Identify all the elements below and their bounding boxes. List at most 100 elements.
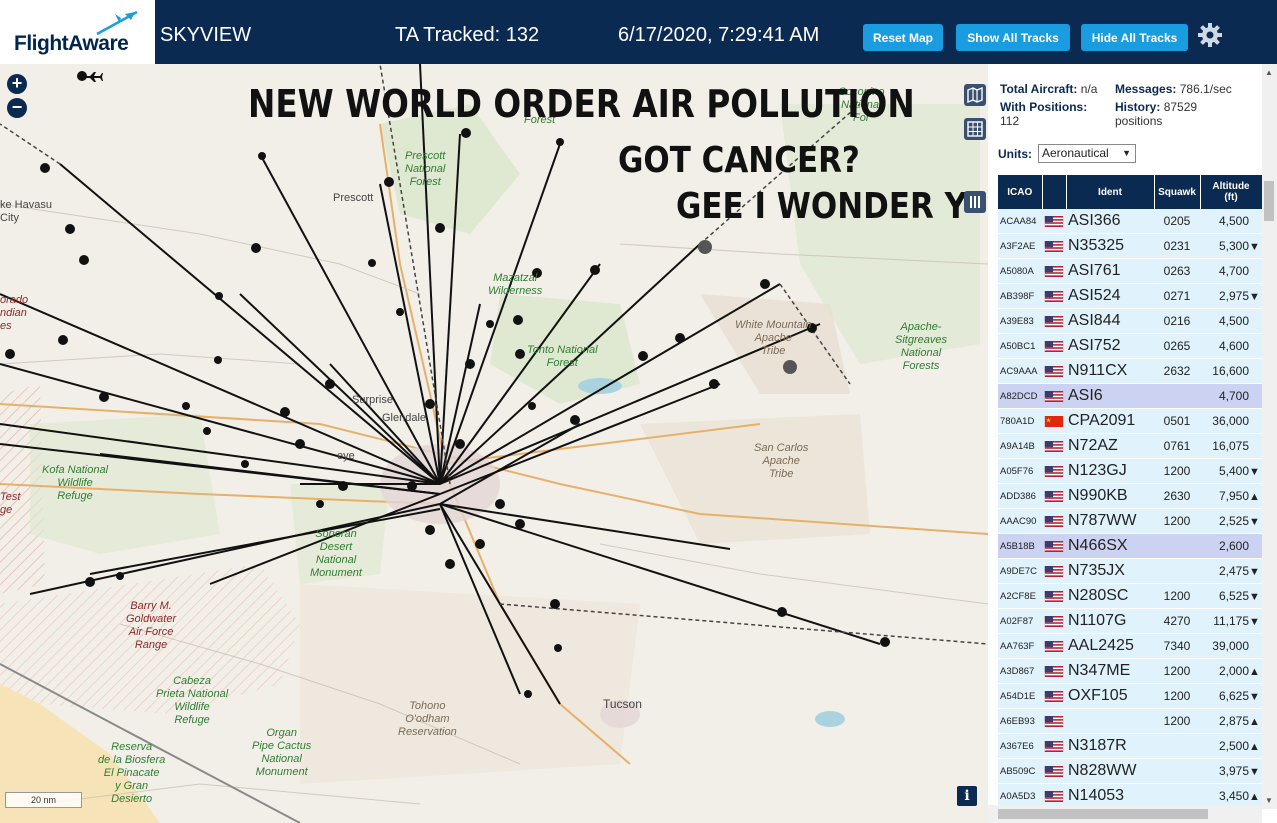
altitude-value: 4,600 [1218,339,1249,353]
hide-all-tracks-button[interactable]: Hide All Tracks [1081,24,1188,51]
show-all-tracks-button[interactable]: Show All Tracks [956,24,1070,51]
table-row[interactable]: A3D867 N347ME 1200 2,000▲ [998,658,1262,684]
table-row[interactable]: A2CF8E N280SC 1200 6,525▼ [998,583,1262,609]
squawk-cell: 0271 [1154,283,1200,309]
gear-icon[interactable] [1197,22,1223,48]
reset-map-button[interactable]: Reset Map [863,24,943,51]
altitude-cell: 16,075 [1200,433,1262,459]
history-value: 87529 [1163,100,1198,114]
icao-cell: A5080A [998,258,1042,284]
overlay-text-3: GEE I WONDER Y [676,186,968,227]
scroll-up-icon[interactable]: ▲ [1265,68,1273,77]
label-mazatzal: Mazatzal Wilderness [488,272,543,297]
icao-cell: ACAA84 [998,209,1042,234]
flag-cell [1042,358,1066,384]
altitude-trend-icon: ▼ [1249,466,1260,478]
table-row[interactable]: AC9AAA N911CX 2632 16,600 [998,358,1262,384]
altitude-trend-icon: ▲ [1249,791,1260,803]
columns-icon[interactable] [964,191,986,213]
us-flag-icon [1044,666,1064,678]
flag-cell [1042,683,1066,709]
altitude-cell: 4,600 [1200,333,1262,359]
altitude-value: 4,700 [1218,264,1249,278]
table-row[interactable]: A6EB93 1200 2,875▲ [998,708,1262,734]
squawk-cell: 0205 [1154,209,1200,234]
col-ident[interactable]: Ident [1066,175,1155,209]
tracked-count: TA Tracked: 132 [395,24,540,46]
label-apache-sitgreaves: Apache- Sitgreaves National Forests [895,321,947,372]
altitude-value: 2,875 [1218,714,1249,728]
table-row[interactable]: 780A1D CPA2091 0501 36,000 [998,408,1262,434]
table-row[interactable]: ACAA84 ASI366 0205 4,500 [998,209,1262,234]
altitude-value: 5,300 [1218,239,1249,253]
us-flag-icon [1044,541,1064,553]
label-tonto: Tonto National Forest [527,344,598,369]
map-layers-icon[interactable] [964,84,986,106]
flag-cell [1042,708,1066,734]
info-icon[interactable]: i [957,786,977,806]
flag-cell [1042,633,1066,659]
altitude-value: 11,175 [1213,614,1249,628]
table-row[interactable]: A5080A ASI761 0263 4,700 [998,258,1262,284]
table-row[interactable]: A82DCD ASI6 4,700 [998,383,1262,409]
altitude-trend-icon: ▲ [1249,491,1260,503]
map-view[interactable]: Prescott National Forest Prescott ke Hav… [0,64,988,823]
us-flag-icon [1044,441,1064,453]
clock: 6/17/2020, 7:29:41 AM [618,24,820,46]
table-row[interactable]: A02F87 N1107G 4270 11,175▼ [998,608,1262,634]
flag-cell [1042,433,1066,459]
scroll-down-icon[interactable]: ▼ [1265,796,1273,805]
flag-cell [1042,333,1066,359]
table-row[interactable]: A5B18B N466SX 2,600 [998,533,1262,559]
table-row[interactable]: AAAC90 N787WW 1200 2,525▼ [998,508,1262,534]
flightaware-logo[interactable]: FlightAware [0,0,155,64]
label-lake-havasu: ke Havasu City [0,199,52,224]
panel-hscrollbar[interactable] [988,805,1262,823]
table-row[interactable]: A39E83 ASI844 0216 4,500 [998,308,1262,334]
table-row[interactable]: A50BC1 ASI752 0265 4,600 [998,333,1262,359]
grid-icon[interactable] [964,118,986,140]
icao-cell: A5B18B [998,533,1042,559]
table-row[interactable]: A3F2AE N35325 0231 5,300▼ [998,233,1262,259]
flag-cell [1042,533,1066,559]
panel-scrollbar[interactable]: ▲ ▼ [1262,64,1277,809]
ident-cell: N787WW [1066,508,1154,534]
altitude-value: 2,600 [1218,539,1249,553]
altitude-cell: 39,000 [1200,633,1262,659]
app-name: SKYVIEW [160,24,252,46]
table-row[interactable]: A05F76 N123GJ 1200 5,400▼ [998,458,1262,484]
positions-stat: With Positions: 112 [1000,100,1087,128]
altitude-trend-icon: ▲ [1249,716,1260,728]
table-row[interactable]: A367E6 N3187R 2,500▲ [998,733,1262,759]
table-row[interactable]: A54D1E OXF105 1200 6,625▼ [998,683,1262,709]
us-flag-icon [1044,241,1064,253]
altitude-cell: 2,475▼ [1200,558,1262,584]
table-row[interactable]: AB398F ASI524 0271 2,975▼ [998,283,1262,309]
table-row[interactable]: A9DE7C N735JX 2,475▼ [998,558,1262,584]
zoom-out-button[interactable]: − [7,98,27,118]
altitude-value: 4,700 [1218,389,1249,403]
col-flag[interactable] [1042,175,1067,209]
units-select[interactable]: Aeronautical [1038,144,1136,163]
ident-cell: ASI524 [1066,283,1154,309]
table-row[interactable]: ADD386 N990KB 2630 7,950▲ [998,483,1262,509]
messages-value: 786.1/sec [1179,82,1232,96]
altitude-trend-icon: ▼ [1249,241,1260,253]
table-row[interactable]: AA763F AAL2425 7340 39,000 [998,633,1262,659]
scroll-thumb[interactable] [1264,181,1274,221]
zoom-in-button[interactable]: + [7,74,27,94]
table-row[interactable]: AB509C N828WW 3,975▼ [998,758,1262,784]
col-altitude[interactable]: Altitude (ft) [1200,175,1263,209]
ident-cell: ASI366 [1066,209,1154,234]
messages-label: Messages: [1115,82,1177,96]
icao-cell: AB509C [998,758,1042,784]
aircraft-panel: Total Aircraft: n/a Messages: 786.1/sec … [988,64,1277,823]
hscroll-thumb[interactable] [998,809,1208,819]
ident-cell: N3187R [1066,733,1154,759]
table-row[interactable]: A9A14B N72AZ 0761 16,075 [998,433,1262,459]
col-squawk[interactable]: Squawk [1154,175,1201,209]
col-icao[interactable]: ICAO [998,175,1043,209]
squawk-cell: 0216 [1154,308,1200,334]
altitude-value: 36,000 [1212,414,1249,428]
altitude-trend-icon: ▼ [1249,616,1260,628]
